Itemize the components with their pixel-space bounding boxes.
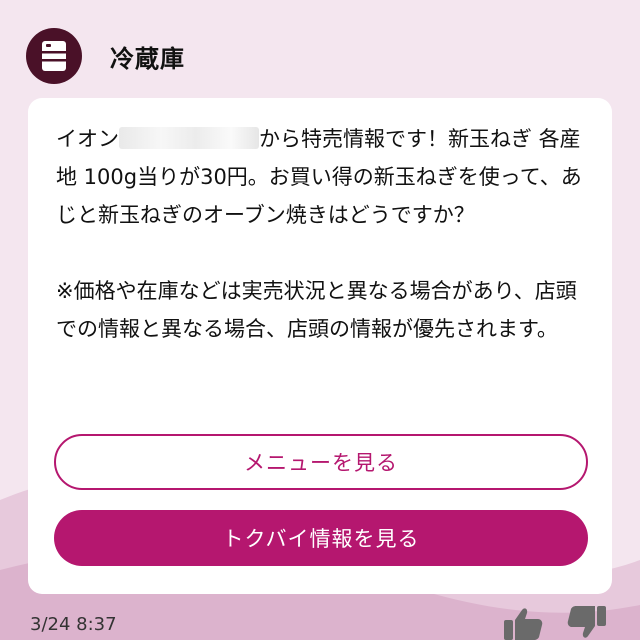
thumbs-up-icon (504, 608, 543, 640)
sender-avatar[interactable] (26, 28, 82, 84)
sender-name: 冷蔵庫 (110, 44, 185, 73)
message-card: イオン から特売情報です！新玉ねぎ 各産地 100g当りが30円。お買い得の新玉ね… (28, 98, 612, 594)
message-text: イオン から特売情報です！新玉ねぎ 各産地 100g当りが30円。お買い得の新玉ね… (56, 120, 596, 234)
message-body: イオン から特売情報です！新玉ねぎ 各産地 100g当りが30円。お買い得の新玉ね… (56, 120, 596, 348)
thumbs-up-button[interactable] (500, 606, 544, 640)
view-tokubai-button[interactable]: トクバイ情報を見る (54, 510, 588, 566)
message-prefix: イオン (56, 127, 119, 151)
view-menu-button[interactable]: メニューを見る (54, 434, 588, 490)
message-timestamp: 3/24 8:37 (30, 614, 117, 635)
sender-header: 冷蔵庫 (26, 28, 185, 84)
disclaimer-note: ※価格や在庫などは実売状況と異なる場合があり、店頭での情報と異なる場合、店頭の情… (56, 279, 577, 341)
redacted-store-name (119, 127, 259, 149)
thumbs-down-icon (567, 606, 606, 638)
message-line1-suffix: から特売情報です！新玉ね (259, 127, 511, 151)
thumbs-down-button[interactable] (566, 606, 610, 640)
fridge-icon (42, 41, 66, 71)
